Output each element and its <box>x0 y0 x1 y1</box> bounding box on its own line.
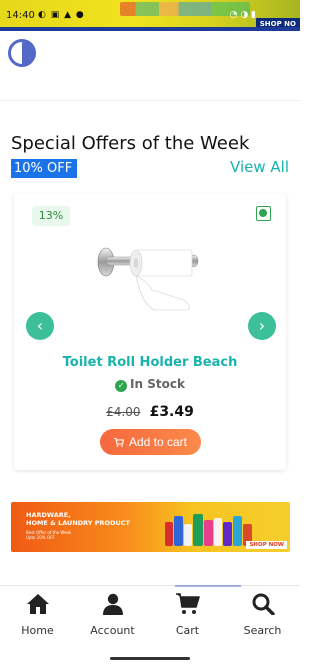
tab-home[interactable]: Home <box>0 593 75 637</box>
product-image[interactable] <box>96 246 206 312</box>
tab-search[interactable]: Search <box>225 593 300 637</box>
section-title: Special Offers of the Week <box>11 133 250 154</box>
discount-tag: 13% <box>32 206 70 226</box>
add-to-cart-label: Add to cart <box>128 435 188 449</box>
bottom-tab-bar: Home Account Cart Search <box>0 585 300 647</box>
system-icons: ◔ ◑ ▮ <box>229 10 256 20</box>
banner-title: HARDWARE, HOME & LAUNDRY PRODUCT <box>26 511 130 527</box>
notification-icons: ◐ ▣ ▲ ● <box>38 10 85 20</box>
view-all-link[interactable]: View All <box>230 158 289 176</box>
shop-now-button[interactable]: SHOP NOW <box>246 541 287 549</box>
promo-banner[interactable]: HARDWARE, HOME & LAUNDRY PRODUCT Best Of… <box>11 502 290 552</box>
tab-cart-label: Cart <box>175 624 200 637</box>
banner-products-image <box>165 514 252 546</box>
add-to-cart-button[interactable]: Add to cart <box>100 429 201 455</box>
banner-subtitle: Best Offer of the Week Upto 20% OFF <box>26 530 72 540</box>
old-price: £4.00 <box>106 405 141 419</box>
status-time: 14:40 <box>6 10 35 21</box>
gesture-handle[interactable] <box>110 657 190 660</box>
home-icon <box>26 594 49 614</box>
app-header <box>0 31 300 101</box>
tab-cart[interactable]: Cart <box>150 593 225 637</box>
tab-account[interactable]: Account <box>75 593 150 637</box>
tab-account-label: Account <box>90 624 135 637</box>
tab-search-label: Search <box>243 624 282 637</box>
theme-toggle-icon[interactable] <box>8 39 36 67</box>
search-icon <box>252 593 275 615</box>
chevron-right-icon[interactable]: › <box>248 312 276 340</box>
tab-home-label: Home <box>21 624 54 637</box>
stock-status: ✓ In Stock <box>14 377 286 392</box>
cart-icon <box>113 438 124 447</box>
chevron-left-icon[interactable]: ‹ <box>26 312 54 340</box>
stock-label: In Stock <box>130 377 185 391</box>
product-card[interactable]: 13% ‹ › Toilet Roll Holder Beach ✓ In Sto… <box>14 194 286 470</box>
wishlist-icon[interactable] <box>256 206 271 221</box>
check-circle-icon: ✓ <box>115 380 128 392</box>
discount-badge: 10% OFF <box>11 159 77 178</box>
user-icon <box>102 593 123 615</box>
tab-indicator <box>175 585 241 587</box>
price-row: £4.00 £3.49 <box>14 401 286 420</box>
system-nav <box>0 647 300 667</box>
status-bar: 14:40 ◐ ▣ ▲ ● ◔ ◑ ▮ SHOP NO <box>0 0 300 31</box>
product-name[interactable]: Toilet Roll Holder Beach <box>14 355 286 370</box>
new-price: £3.49 <box>149 404 194 420</box>
cart-icon <box>175 593 200 614</box>
